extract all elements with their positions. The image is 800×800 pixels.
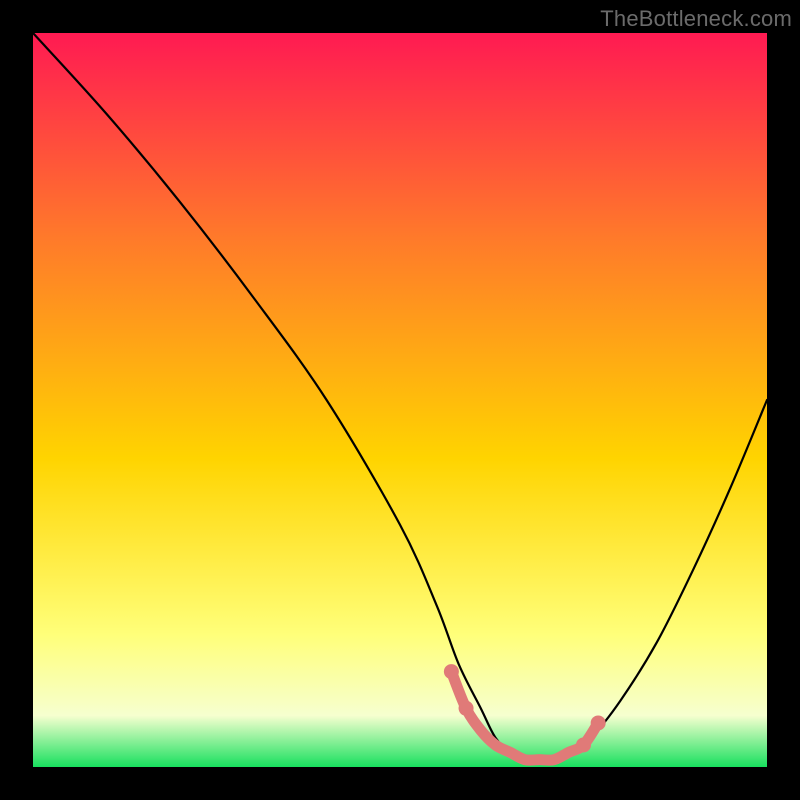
chart-stage: TheBottleneck.com xyxy=(0,0,800,800)
chart-svg xyxy=(33,33,767,767)
marker-dot xyxy=(444,664,459,679)
watermark-text: TheBottleneck.com xyxy=(600,6,792,32)
optimal-band-segment xyxy=(451,672,598,761)
marker-dot xyxy=(576,737,591,752)
marker-dot xyxy=(459,701,474,716)
bottleneck-curve xyxy=(33,33,767,760)
marker-dots xyxy=(444,664,606,752)
plot-area xyxy=(33,33,767,767)
marker-dot xyxy=(591,715,606,730)
